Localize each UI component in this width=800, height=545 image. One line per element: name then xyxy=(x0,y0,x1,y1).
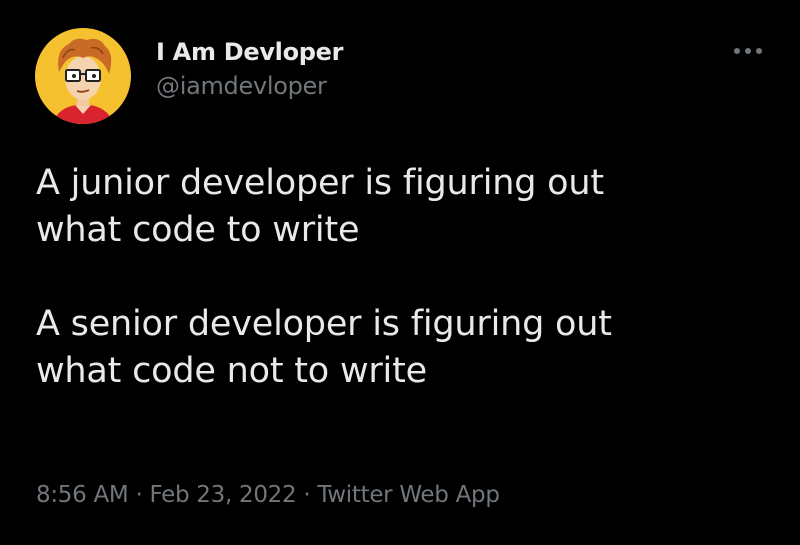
tweet-source[interactable]: Twitter Web App xyxy=(317,482,500,508)
ellipsis-icon xyxy=(734,48,762,54)
more-options-button[interactable] xyxy=(728,36,768,66)
avatar[interactable] xyxy=(35,28,131,124)
tweet-paragraph: A junior developer is figuring out what … xyxy=(36,163,604,250)
tweet-text: A junior developer is figuring out what … xyxy=(36,160,776,395)
tweet-meta: 8:56 AM · Feb 23, 2022 · Twitter Web App xyxy=(36,478,500,512)
tweet-card: I Am Devloper @iamdevloper A junior deve… xyxy=(0,0,800,545)
meta-separator: · xyxy=(135,482,143,508)
tweet-paragraph: A senior developer is figuring out what … xyxy=(36,304,612,391)
cartoon-developer-avatar-icon xyxy=(35,28,131,124)
author-handle[interactable]: @iamdevloper xyxy=(156,70,343,102)
tweet-date[interactable]: Feb 23, 2022 xyxy=(149,482,296,508)
author-display-name[interactable]: I Am Devloper xyxy=(156,36,343,68)
tweet-time[interactable]: 8:56 AM xyxy=(36,482,129,508)
meta-separator: · xyxy=(303,482,311,508)
author-block: I Am Devloper @iamdevloper xyxy=(156,36,343,102)
